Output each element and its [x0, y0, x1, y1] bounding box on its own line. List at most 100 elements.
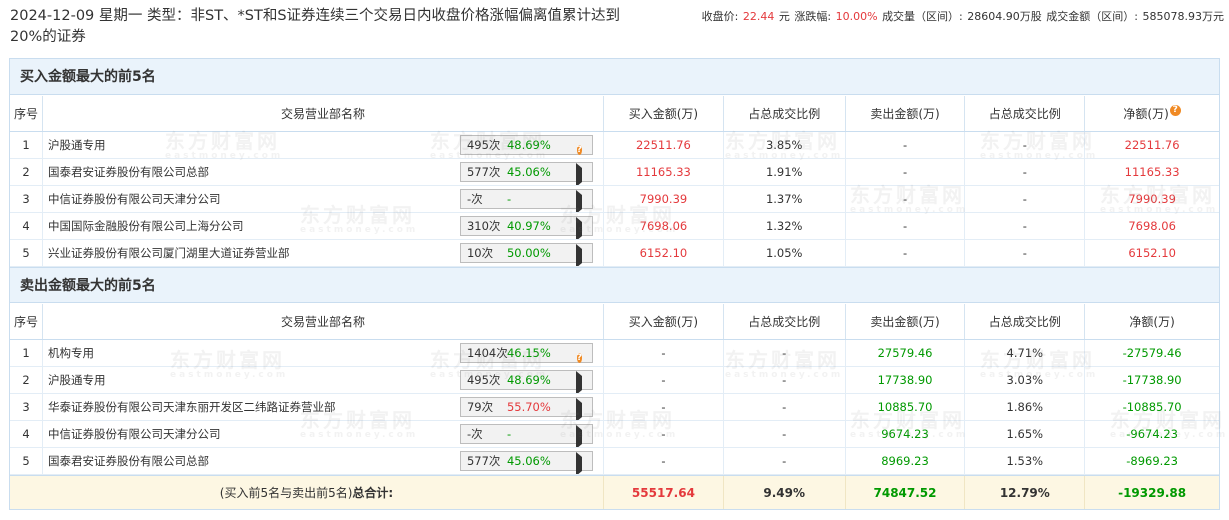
net-amount: 11165.33: [1124, 165, 1180, 179]
dept-cell: 兴业证券股份有限公司厦门湖里大道证券营业部 10次 50.00%: [43, 240, 605, 266]
dept-cell: 中信证券股份有限公司天津分公司 -次 -: [43, 186, 605, 212]
dept-stat-box[interactable]: 495次 48.69%?: [459, 135, 593, 155]
buy-amount: 6152.10: [604, 240, 724, 266]
expand-arrow-icon[interactable]: [575, 398, 582, 420]
expand-arrow-icon[interactable]: [575, 217, 582, 239]
sell-pct: -: [965, 240, 1086, 266]
dept-stat-box[interactable]: 310次 40.97%: [459, 216, 593, 239]
buy-amount: 11165.33: [604, 159, 724, 185]
expand-arrow-icon[interactable]: [575, 425, 582, 447]
dept-cell: 沪股通专用 495次 48.69%?: [43, 132, 605, 158]
sell-amount: -: [846, 213, 966, 239]
col-net: 净额(万): [1129, 315, 1175, 329]
dept-rate: 50.00%: [506, 246, 551, 260]
dept-stat-box[interactable]: 495次 48.69%: [459, 370, 593, 393]
buy-pct: -: [724, 394, 846, 420]
dept-count: 495次: [466, 138, 501, 152]
buy-amount: 22511.76: [604, 132, 724, 158]
col-seq: 序号: [10, 304, 43, 339]
dept-name[interactable]: 沪股通专用: [48, 137, 106, 153]
dept-name[interactable]: 国泰君安证券股份有限公司总部: [48, 453, 209, 469]
col-sell-pct: 占总成交比例: [965, 96, 1086, 131]
sell-amount: 10885.70: [846, 394, 966, 420]
row-seq: 3: [10, 394, 43, 420]
dept-count: 495次: [466, 373, 501, 387]
dept-name[interactable]: 兴业证券股份有限公司厦门湖里大道证券营业部: [48, 245, 290, 261]
table-row: 5 兴业证券股份有限公司厦门湖里大道证券营业部 10次 50.00% 6152.10 1.…: [10, 240, 1219, 267]
dept-stat-box[interactable]: 577次 45.06%: [459, 162, 593, 185]
dept-rate: -: [506, 192, 512, 206]
dept-cell: 中信证券股份有限公司天津分公司 -次 -: [43, 421, 605, 447]
total-sell: 74847.52: [846, 476, 966, 509]
dept-rate: 48.69%: [506, 138, 551, 152]
sell-pct: 1.86%: [965, 394, 1086, 420]
sell-amount: 27579.46: [846, 340, 966, 366]
expand-arrow-icon[interactable]: [575, 190, 582, 212]
help-icon[interactable]: ?: [1169, 105, 1181, 116]
table-row: 2 国泰君安证券股份有限公司总部 577次 45.06% 11165.33 1.91% - -…: [10, 159, 1219, 186]
dept-name[interactable]: 华泰证券股份有限公司天津东丽开发区二纬路证券营业部: [48, 399, 336, 415]
buy-amount: -: [604, 340, 724, 366]
total-sell-pct: 12.79%: [965, 476, 1086, 509]
expand-arrow-icon[interactable]: [575, 371, 582, 393]
dept-count: 79次: [466, 400, 494, 414]
table-row: 1 机构专用 1404次 46.15%? - -27579.46 4.71% -27579.4…: [10, 340, 1219, 367]
help-icon[interactable]: ?: [576, 353, 582, 363]
expand-arrow-icon[interactable]: [575, 452, 582, 474]
dragon-tiger-table: 买入金额最大的前5名 序号 交易营业部名称 买入金额(万) 占总成交比例 卖出金…: [9, 58, 1225, 510]
dept-rate: 45.06%: [506, 165, 551, 179]
col-dept: 交易营业部名称: [43, 304, 605, 339]
dept-rate: 46.15%: [506, 346, 551, 360]
table-row: 3 华泰证券股份有限公司天津东丽开发区二纬路证券营业部 79次 55.70% - -108…: [10, 394, 1219, 421]
table-row: 1 沪股通专用 495次 48.69%? 22511.76 3.85% - -22511.76: [10, 132, 1219, 159]
net-amount: -27579.46: [1122, 346, 1182, 360]
close-price-label: 收盘价:: [701, 10, 739, 23]
row-seq: 4: [10, 213, 43, 239]
buy-pct: -: [724, 367, 846, 393]
buy-pct: -: [724, 340, 846, 366]
buy-pct: -: [724, 448, 846, 474]
net-amount: 7990.39: [1128, 192, 1176, 206]
buy-amount: -: [604, 448, 724, 474]
dept-stat-box[interactable]: -次 -: [459, 189, 593, 212]
amount-value: 585078.93万元: [1142, 10, 1225, 23]
total-label-bold: 总合计:: [352, 486, 394, 500]
dept-name[interactable]: 中信证券股份有限公司天津分公司: [48, 426, 221, 442]
col-net: 净额(万)?: [1085, 96, 1219, 131]
buy-pct: 1.05%: [724, 240, 846, 266]
buy-amount: 7990.39: [604, 186, 724, 212]
dept-name[interactable]: 国泰君安证券股份有限公司总部: [48, 164, 209, 180]
col-sell: 卖出金额(万): [846, 96, 966, 131]
sell-pct: -: [965, 132, 1086, 158]
buy-section-title: 买入金额最大的前5名: [10, 59, 1219, 95]
table-row: 2 沪股通专用 495次 48.69% - -17738.90 3.03% -17738.90: [10, 367, 1219, 394]
table-row: 4 中信证券股份有限公司天津分公司 -次 - - -9674.23 1.65% -9674.2…: [10, 421, 1219, 448]
dept-name[interactable]: 沪股通专用: [48, 372, 106, 388]
dept-stat-box[interactable]: -次 -: [459, 424, 593, 447]
sell-amount: -: [846, 132, 966, 158]
net-amount: 22511.76: [1124, 138, 1180, 152]
expand-arrow-icon[interactable]: [575, 244, 582, 266]
sell-section-title: 卖出金额最大的前5名: [10, 267, 1219, 303]
dept-name[interactable]: 中国国际金融股份有限公司上海分公司: [48, 218, 244, 234]
net-amount: -8969.23: [1126, 454, 1178, 468]
expand-arrow-icon[interactable]: [575, 163, 582, 185]
buy-pct: 1.37%: [724, 186, 846, 212]
dept-stat-box[interactable]: 10次 50.00%: [459, 243, 593, 266]
buy-pct: 3.85%: [724, 132, 846, 158]
table-row: 5 国泰君安证券股份有限公司总部 577次 45.06% - -8969.23 1.53% -…: [10, 448, 1219, 475]
sell-pct: 1.65%: [965, 421, 1086, 447]
dept-name[interactable]: 中信证券股份有限公司天津分公司: [48, 191, 221, 207]
dept-stat-box[interactable]: 79次 55.70%: [459, 397, 593, 420]
dept-stat-box[interactable]: 577次 45.06%: [459, 451, 593, 474]
dept-rate: 45.06%: [506, 454, 551, 468]
sell-amount: 9674.23: [846, 421, 966, 447]
row-seq: 1: [10, 132, 43, 158]
table-row: 4 中国国际金融股份有限公司上海分公司 310次 40.97% 7698.06 1.32%…: [10, 213, 1219, 240]
total-buy-pct: 9.49%: [724, 476, 846, 509]
dept-cell: 国泰君安证券股份有限公司总部 577次 45.06%: [43, 448, 605, 474]
sell-amount: -: [846, 240, 966, 266]
dept-stat-box[interactable]: 1404次 46.15%?: [459, 343, 593, 363]
dept-name[interactable]: 机构专用: [48, 345, 94, 361]
help-icon[interactable]: ?: [576, 145, 582, 155]
